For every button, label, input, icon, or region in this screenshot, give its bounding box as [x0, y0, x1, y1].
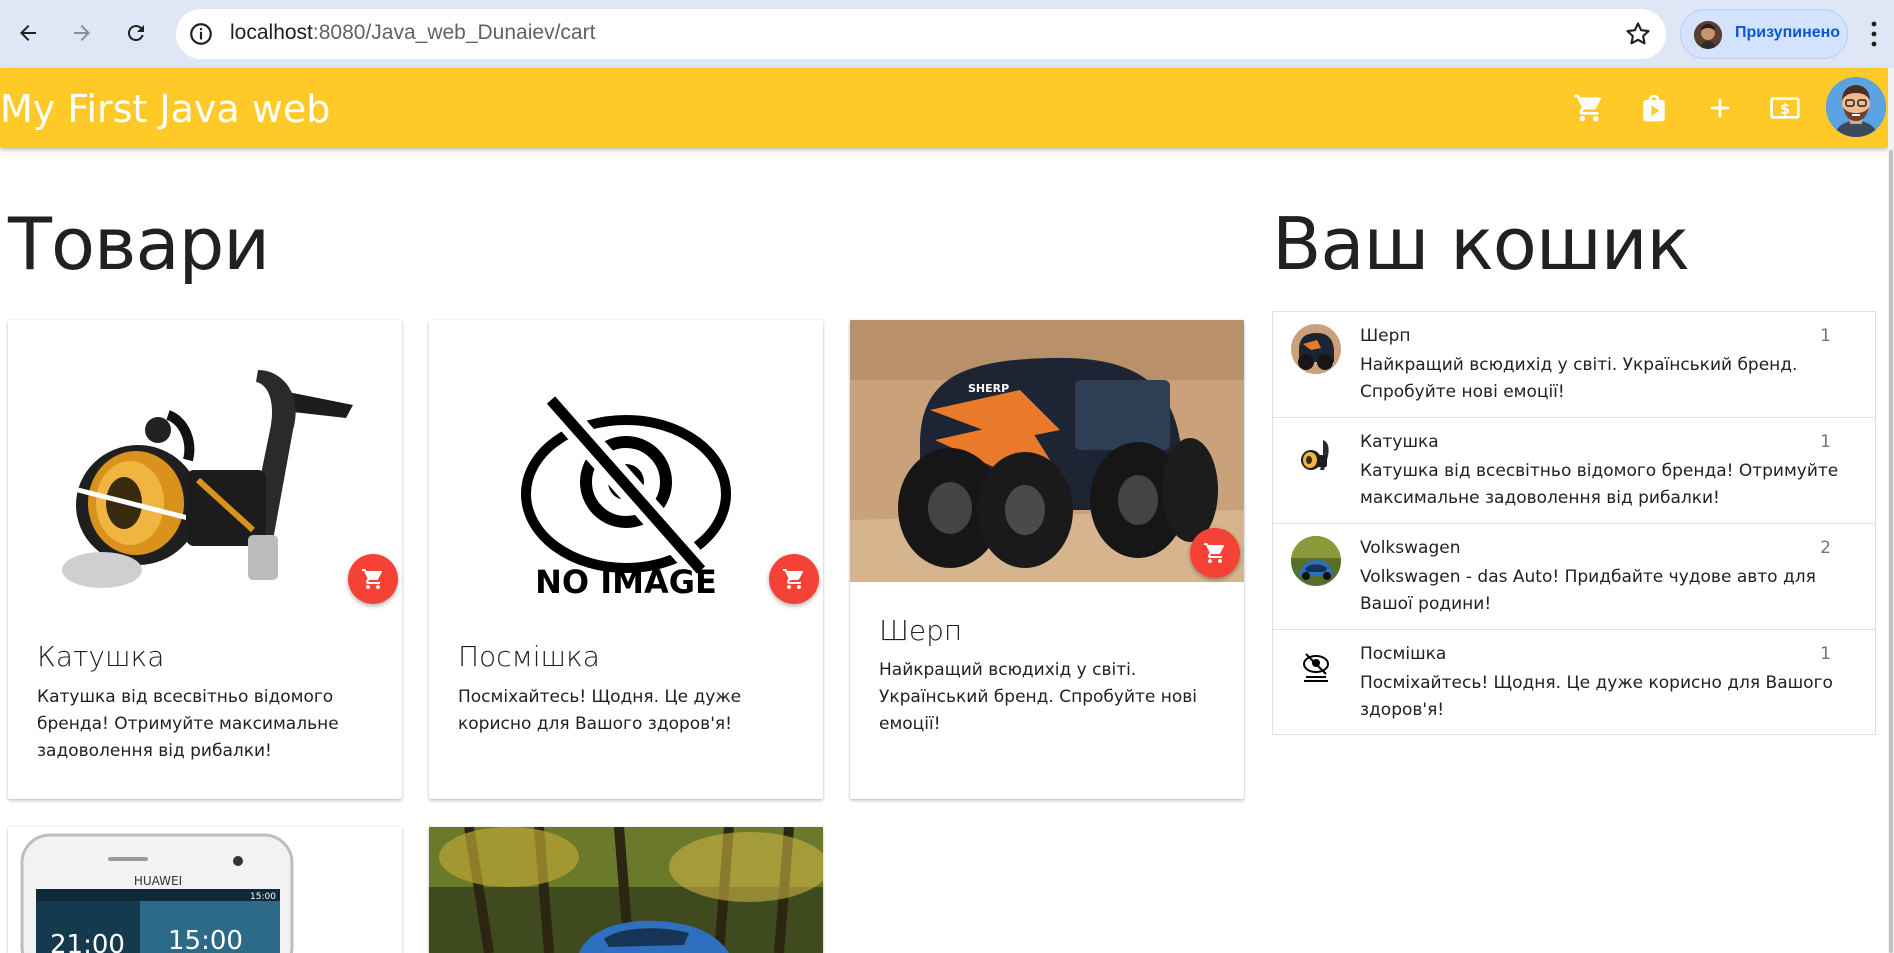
site-info-icon[interactable] [188, 21, 214, 47]
page-scrollbar-thumb[interactable] [1889, 150, 1893, 953]
cart-item-quantity: 1 [1820, 326, 1831, 346]
cart-item-thumbnail [1291, 642, 1341, 692]
cart-list-item[interactable]: Volkswagen Volkswagen - das Auto! Придба… [1273, 524, 1875, 630]
product-title: Посмішка [458, 640, 600, 673]
cart-icon [783, 569, 803, 589]
browser-menu-icon[interactable] [1868, 18, 1880, 50]
cart-item-description: Найкращий всюдихід у світі. Український … [1360, 355, 1798, 402]
shopping-bag-icon[interactable] [1638, 92, 1670, 124]
product-card[interactable]: NO IMAGE Посмішка Посміхайтесь! Щодня. Ц… [429, 320, 823, 799]
phone-status-time: 15:00 [250, 892, 276, 902]
cart-item-quantity: 1 [1820, 644, 1831, 664]
cart-heading: Ваш кошик [1272, 202, 1690, 286]
product-card[interactable]: Катушка Катушка від всесвітньо відомого … [8, 320, 402, 799]
forward-arrow-icon[interactable] [64, 15, 100, 51]
cart-list-item[interactable]: Шерп Найкращий всюдихід у світі. Українс… [1273, 312, 1875, 418]
product-image [8, 320, 402, 608]
cart-icon[interactable] [1573, 92, 1605, 124]
dollar-icon[interactable]: $ [1769, 92, 1801, 124]
products-heading: Товари [8, 202, 270, 286]
url-text: localhost:8080/Java_web_Dunaiev/cart [230, 21, 595, 45]
cart-icon [362, 569, 382, 589]
product-card[interactable]: SHERP Шерп Найкращий всюдихід у світі. У… [850, 320, 1244, 799]
product-card[interactable] [429, 827, 823, 953]
bookmark-star-icon[interactable] [1624, 20, 1652, 48]
cart-item-thumbnail [1291, 324, 1341, 374]
cart-list: Шерп Найкращий всюдихід у світі. Українс… [1272, 311, 1876, 735]
no-image-text: NO IMAGE [535, 563, 717, 601]
cart-item-description: Посміхайтесь! Щодня. Це дуже корисно для… [1360, 673, 1833, 720]
cart-item-title: Шерп [1360, 326, 1411, 346]
product-card[interactable]: HUAWEI 15:00 21:00 15:00 [8, 827, 402, 953]
add-to-cart-button[interactable] [1190, 528, 1240, 578]
phone-brand-text: HUAWEI [134, 874, 182, 888]
address-bar[interactable]: localhost:8080/Java_web_Dunaiev/cart [176, 9, 1666, 59]
smartphone-image: HUAWEI 15:00 21:00 15:00 [8, 827, 402, 953]
add-to-cart-button[interactable] [769, 554, 819, 604]
phone-clock-left: 21:00 [50, 930, 125, 953]
url-path: :8080/Java_web_Dunaiev/cart [312, 21, 596, 44]
product-image: SHERP [850, 320, 1244, 582]
svg-text:$: $ [1780, 101, 1790, 118]
reload-icon[interactable] [118, 15, 154, 51]
url-host: localhost [230, 21, 313, 44]
browser-toolbar: localhost:8080/Java_web_Dunaiev/cart При… [0, 0, 1894, 68]
cart-item-quantity: 1 [1820, 432, 1831, 452]
cart-item-title: Катушка [1360, 432, 1439, 452]
product-description: Посміхайтесь! Щодня. Це дуже корисно для… [458, 687, 742, 734]
sherp-vehicle-image: SHERP [850, 320, 1244, 582]
phone-clock-right: 15:00 [168, 926, 243, 953]
user-avatar[interactable] [1826, 77, 1886, 137]
cart-item-title: Посмішка [1360, 644, 1447, 664]
product-image: HUAWEI 15:00 21:00 15:00 [8, 827, 402, 953]
cart-item-description: Volkswagen - das Auto! Придбайте чудове … [1360, 567, 1816, 614]
sherp-logo-text: SHERP [968, 382, 1009, 395]
product-title: Шерп [879, 614, 963, 647]
cart-icon [1204, 543, 1224, 563]
profile-button[interactable]: Призупинено [1680, 9, 1848, 59]
app-header: My First Java web $ [0, 68, 1888, 148]
no-image-placeholder: NO IMAGE [429, 320, 823, 608]
cart-list-item[interactable]: Посмішка Посміхайтесь! Щодня. Це дуже ко… [1273, 630, 1875, 736]
cart-item-thumbnail [1291, 430, 1341, 480]
back-arrow-icon[interactable] [10, 15, 46, 51]
profile-status-label: Призупинено [1735, 24, 1841, 41]
fishing-reel-image [8, 320, 402, 608]
product-image: NO IMAGE [429, 320, 823, 608]
car-image [429, 827, 823, 953]
product-title: Катушка [37, 640, 165, 673]
product-description: Катушка від всесвітньо відомого бренда! … [37, 687, 339, 761]
add-icon[interactable] [1704, 92, 1736, 124]
cart-item-title: Volkswagen [1360, 538, 1461, 558]
add-to-cart-button[interactable] [348, 554, 398, 604]
cart-list-item[interactable]: Катушка Катушка від всесвітньо відомого … [1273, 418, 1875, 524]
cart-item-quantity: 2 [1820, 538, 1831, 558]
profile-avatar [1694, 21, 1722, 49]
cart-item-thumbnail [1291, 536, 1341, 586]
cart-item-description: Катушка від всесвітньо відомого бренда! … [1360, 461, 1839, 508]
brand-logo[interactable]: My First Java web [0, 87, 330, 131]
product-image [429, 827, 823, 953]
product-description: Найкращий всюдихід у світі. Український … [879, 660, 1198, 734]
